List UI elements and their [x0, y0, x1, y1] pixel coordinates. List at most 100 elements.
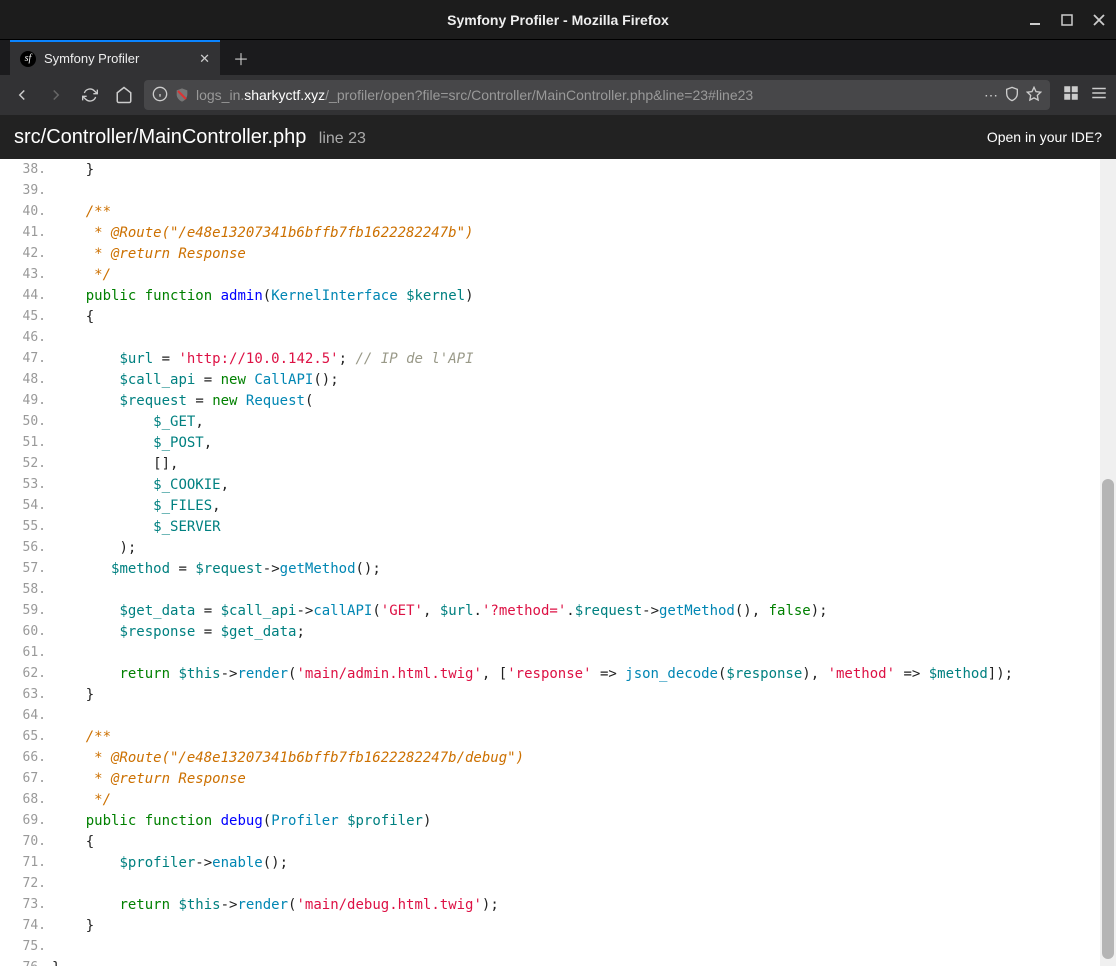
line-number: 74. [0, 918, 50, 933]
code-line: 45. { [0, 306, 1100, 327]
forward-button [42, 81, 70, 109]
line-number: 59. [0, 603, 50, 618]
symfony-favicon-icon: sf [20, 51, 36, 67]
window-titlebar: Symfony Profiler - Mozilla Firefox [0, 0, 1116, 40]
home-button[interactable] [110, 81, 138, 109]
code-line: 73. return $this->render('main/debug.htm… [0, 894, 1100, 915]
code-line: 67. * @return Response [0, 768, 1100, 789]
code-line: 47. $url = 'http://10.0.142.5'; // IP de… [0, 348, 1100, 369]
back-button[interactable] [8, 81, 36, 109]
vertical-scrollbar[interactable] [1100, 159, 1116, 966]
tab-close-icon[interactable]: ✕ [199, 51, 210, 67]
code-content: * @return Response [50, 771, 246, 787]
code-line: 49. $request = new Request( [0, 390, 1100, 411]
code-line: 55. $_SERVER [0, 516, 1100, 537]
file-path: src/Controller/MainController.php [14, 126, 306, 148]
tab-label: Symfony Profiler [44, 51, 139, 66]
line-number: 62. [0, 666, 50, 681]
line-number: 76. [0, 960, 50, 966]
nav-toolbar: logs_in.sharkyctf.xyz/_profiler/open?fil… [0, 75, 1116, 115]
line-number: 54. [0, 498, 50, 513]
line-number: 43. [0, 267, 50, 282]
hamburger-menu-icon[interactable] [1090, 84, 1108, 107]
new-tab-button[interactable]: ＋ [226, 43, 256, 73]
code-content: $url = 'http://10.0.142.5'; // IP de l'A… [50, 351, 474, 367]
tab-bar: sf Symfony Profiler ✕ ＋ [0, 40, 1116, 75]
code-content: return $this->render('main/admin.html.tw… [50, 666, 1013, 682]
line-number: 42. [0, 246, 50, 261]
code-content: $response = $get_data; [50, 624, 305, 640]
code-content: $_COOKIE, [50, 477, 229, 493]
line-number: 38. [0, 162, 50, 177]
code-line: 59. $get_data = $call_api->callAPI('GET'… [0, 600, 1100, 621]
line-number: 65. [0, 729, 50, 744]
code-line: 63. } [0, 684, 1100, 705]
line-number: 41. [0, 225, 50, 240]
code-content: $_POST, [50, 435, 212, 451]
info-icon[interactable] [152, 86, 168, 105]
code-content: $method = $request->getMethod(); [50, 561, 381, 577]
tracking-protection-icon[interactable] [174, 87, 190, 103]
minimize-icon[interactable] [1026, 11, 1044, 29]
profiler-header: src/Controller/MainController.php line 2… [0, 115, 1116, 159]
code-content: $_SERVER [50, 519, 221, 535]
code-content: public function debug(Profiler $profiler… [50, 813, 431, 829]
code-line: 57. $method = $request->getMethod(); [0, 558, 1100, 579]
code-line: 70. { [0, 831, 1100, 852]
code-line: 71. $profiler->enable(); [0, 852, 1100, 873]
line-number: 70. [0, 834, 50, 849]
line-number: 45. [0, 309, 50, 324]
url-text: logs_in.sharkyctf.xyz/_profiler/open?fil… [196, 87, 978, 103]
toolbar-right [1056, 84, 1108, 107]
code-viewer: 38. }39.40. /**41. * @Route("/e48e132073… [0, 159, 1116, 966]
line-number: 69. [0, 813, 50, 828]
code-line: 76.} [0, 957, 1100, 966]
code-content: * @Route("/e48e13207341b6bffb7fb16222822… [50, 225, 473, 241]
code-content: } [50, 918, 94, 934]
code-line: 38. } [0, 159, 1100, 180]
line-number: 68. [0, 792, 50, 807]
line-number: 57. [0, 561, 50, 576]
code-content: } [50, 162, 94, 178]
maximize-icon[interactable] [1058, 11, 1076, 29]
scrollbar-thumb[interactable] [1102, 479, 1114, 959]
bookmark-star-icon[interactable] [1026, 86, 1042, 105]
code-content: $_FILES, [50, 498, 221, 514]
extension-icon[interactable] [1062, 84, 1080, 107]
code-content: [], [50, 456, 178, 472]
code-line: 61. [0, 642, 1100, 663]
tab-active[interactable]: sf Symfony Profiler ✕ [10, 40, 220, 75]
url-bar[interactable]: logs_in.sharkyctf.xyz/_profiler/open?fil… [144, 80, 1050, 110]
code-content: } [50, 687, 94, 703]
code-line: 75. [0, 936, 1100, 957]
code-line: 68. */ [0, 789, 1100, 810]
code-line: 44. public function admin(KernelInterfac… [0, 285, 1100, 306]
code-content: /** [50, 204, 111, 220]
url-more-icon[interactable]: ⋯ [984, 87, 998, 104]
code-line: 42. * @return Response [0, 243, 1100, 264]
code-scroll[interactable]: 38. }39.40. /**41. * @Route("/e48e132073… [0, 159, 1100, 966]
reader-icon[interactable] [1004, 86, 1020, 105]
code-line: 41. * @Route("/e48e13207341b6bffb7fb1622… [0, 222, 1100, 243]
code-content: $_GET, [50, 414, 204, 430]
line-number: 61. [0, 645, 50, 660]
code-line: 40. /** [0, 201, 1100, 222]
code-content: $get_data = $call_api->callAPI('GET', $u… [50, 603, 828, 619]
line-number: 73. [0, 897, 50, 912]
code-content: /** [50, 729, 111, 745]
code-line: 53. $_COOKIE, [0, 474, 1100, 495]
line-number: 44. [0, 288, 50, 303]
code-line: 51. $_POST, [0, 432, 1100, 453]
code-line: 52. [], [0, 453, 1100, 474]
code-line: 62. return $this->render('main/admin.htm… [0, 663, 1100, 684]
line-number: 50. [0, 414, 50, 429]
code-line: 48. $call_api = new CallAPI(); [0, 369, 1100, 390]
reload-button[interactable] [76, 81, 104, 109]
window-controls [1026, 11, 1108, 29]
code-line: 66. * @Route("/e48e13207341b6bffb7fb1622… [0, 747, 1100, 768]
open-in-ide-link[interactable]: Open in your IDE? [987, 129, 1102, 145]
line-number: 48. [0, 372, 50, 387]
close-icon[interactable] [1090, 11, 1108, 29]
code-content: return $this->render('main/debug.html.tw… [50, 897, 499, 913]
code-line: 50. $_GET, [0, 411, 1100, 432]
